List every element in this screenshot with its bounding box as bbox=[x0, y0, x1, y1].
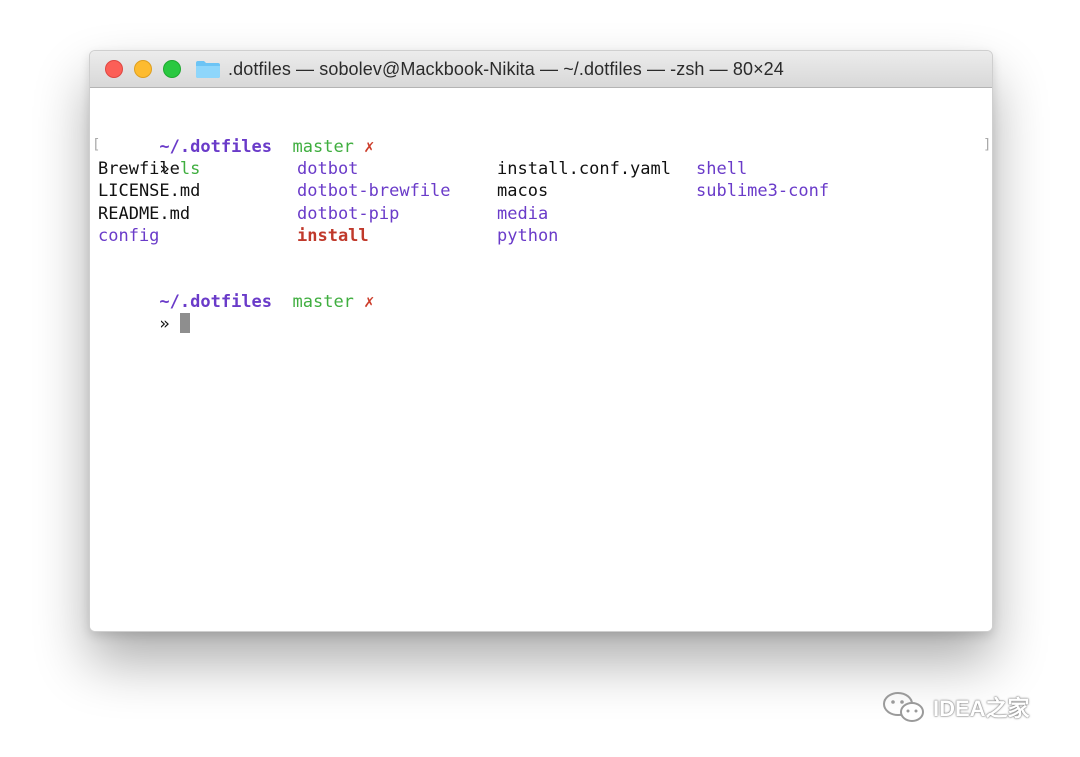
ls-row: README.md dotbot-pip media bbox=[98, 203, 978, 225]
git-dirty-marker: ✗ bbox=[364, 137, 375, 157]
ls-entry: python bbox=[497, 226, 559, 246]
terminal-content[interactable]: ~/.dotfiles master ✗ [ ] » ls Brewfile d… bbox=[90, 88, 992, 631]
ls-entry: config bbox=[98, 226, 160, 246]
prompt-marker: » bbox=[159, 314, 170, 334]
window-title: .dotfiles — sobolev@Mackbook-Nikita — ~/… bbox=[228, 58, 784, 79]
ls-row: LICENSE.md dotbot-brewfile macos sublime… bbox=[98, 180, 978, 202]
input-line[interactable]: » bbox=[98, 291, 190, 334]
ls-entry: dotbot-brewfile bbox=[297, 181, 451, 201]
ls-entry: sublime3-conf bbox=[696, 181, 830, 201]
minimize-button[interactable] bbox=[134, 60, 152, 78]
ls-entry: dotbot-pip bbox=[297, 204, 400, 224]
zoom-button[interactable] bbox=[163, 60, 181, 78]
window-title-area: .dotfiles — sobolev@Mackbook-Nikita — ~/… bbox=[195, 51, 982, 87]
ls-row: config install python bbox=[98, 225, 978, 247]
ls-row: Brewfile dotbot install.conf.yaml shell bbox=[98, 158, 978, 180]
watermark: IDEA之家 bbox=[881, 690, 1030, 724]
prompt-line: ~/.dotfiles master ✗ bbox=[98, 269, 374, 312]
folder-icon bbox=[196, 61, 220, 78]
prompt-line: ~/.dotfiles master ✗ bbox=[98, 114, 374, 157]
ls-entry: macos bbox=[497, 181, 549, 201]
ls-entry: README.md bbox=[98, 204, 191, 224]
ls-entry: shell bbox=[696, 159, 748, 179]
ls-entry: install.conf.yaml bbox=[497, 159, 671, 179]
title-bar[interactable]: .dotfiles — sobolev@Mackbook-Nikita — ~/… bbox=[90, 51, 992, 88]
text-cursor bbox=[179, 313, 190, 333]
git-dirty-marker: ✗ bbox=[364, 292, 375, 312]
git-branch: master bbox=[292, 137, 354, 157]
command-line: » ls bbox=[98, 136, 200, 179]
wechat-icon bbox=[883, 692, 924, 722]
ls-entry: dotbot bbox=[297, 159, 359, 179]
terminal-window: .dotfiles — sobolev@Mackbook-Nikita — ~/… bbox=[89, 50, 993, 632]
watermark-text: IDEA之家 bbox=[933, 696, 1030, 721]
ls-entry: LICENSE.md bbox=[98, 181, 201, 201]
ls-entry: media bbox=[497, 204, 549, 224]
close-button[interactable] bbox=[105, 60, 123, 78]
ls-entry: install bbox=[297, 226, 369, 246]
right-bracket: ] bbox=[983, 137, 992, 153]
git-branch: master bbox=[292, 292, 354, 312]
ls-entry: Brewfile bbox=[98, 159, 180, 179]
